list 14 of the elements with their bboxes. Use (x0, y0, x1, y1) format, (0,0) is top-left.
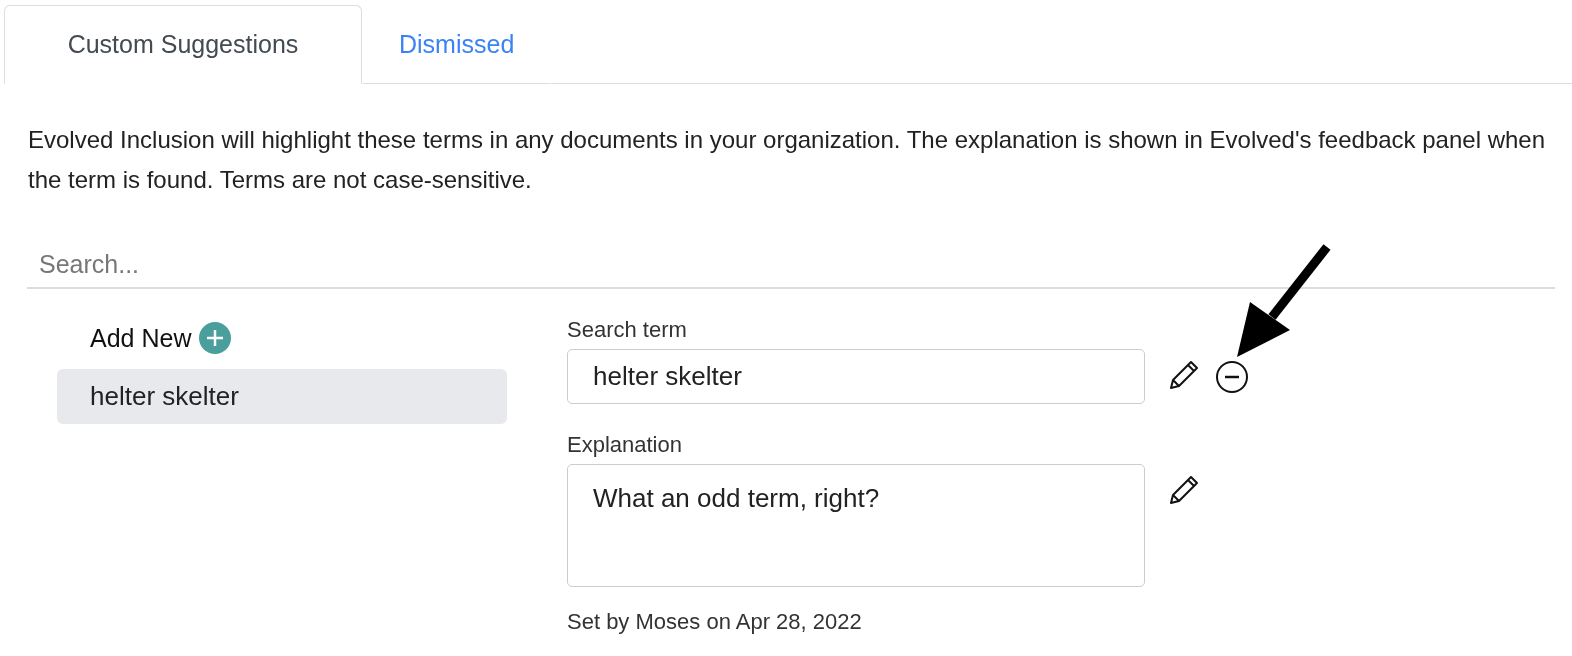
term-list-item[interactable]: helter skelter (57, 369, 507, 424)
field-label: Search term (567, 317, 688, 343)
tab[interactable]: Custom Suggestions (4, 5, 362, 84)
field-label: Explanation (567, 432, 683, 458)
explanation-field[interactable]: What an odd term, right? (567, 464, 1145, 587)
remove-icon[interactable] (1215, 360, 1249, 394)
set-by-text: Set by Moses on Apr 28, 2022 (567, 609, 863, 635)
add-new-label: Add New (90, 323, 192, 353)
edit-icon[interactable] (1167, 358, 1201, 392)
add-icon[interactable] (199, 322, 232, 354)
tab[interactable]: Dismissed (362, 5, 552, 84)
search-term-field[interactable]: helter skelter (567, 349, 1145, 404)
description-text: Evolved Inclusion will highlight these terms in any documents in your organization. The explanation is shown in Evolved's feedback panel when the term is found. Terms are not case-sensitive. (28, 125, 1546, 195)
edit-icon[interactable] (1167, 473, 1201, 507)
